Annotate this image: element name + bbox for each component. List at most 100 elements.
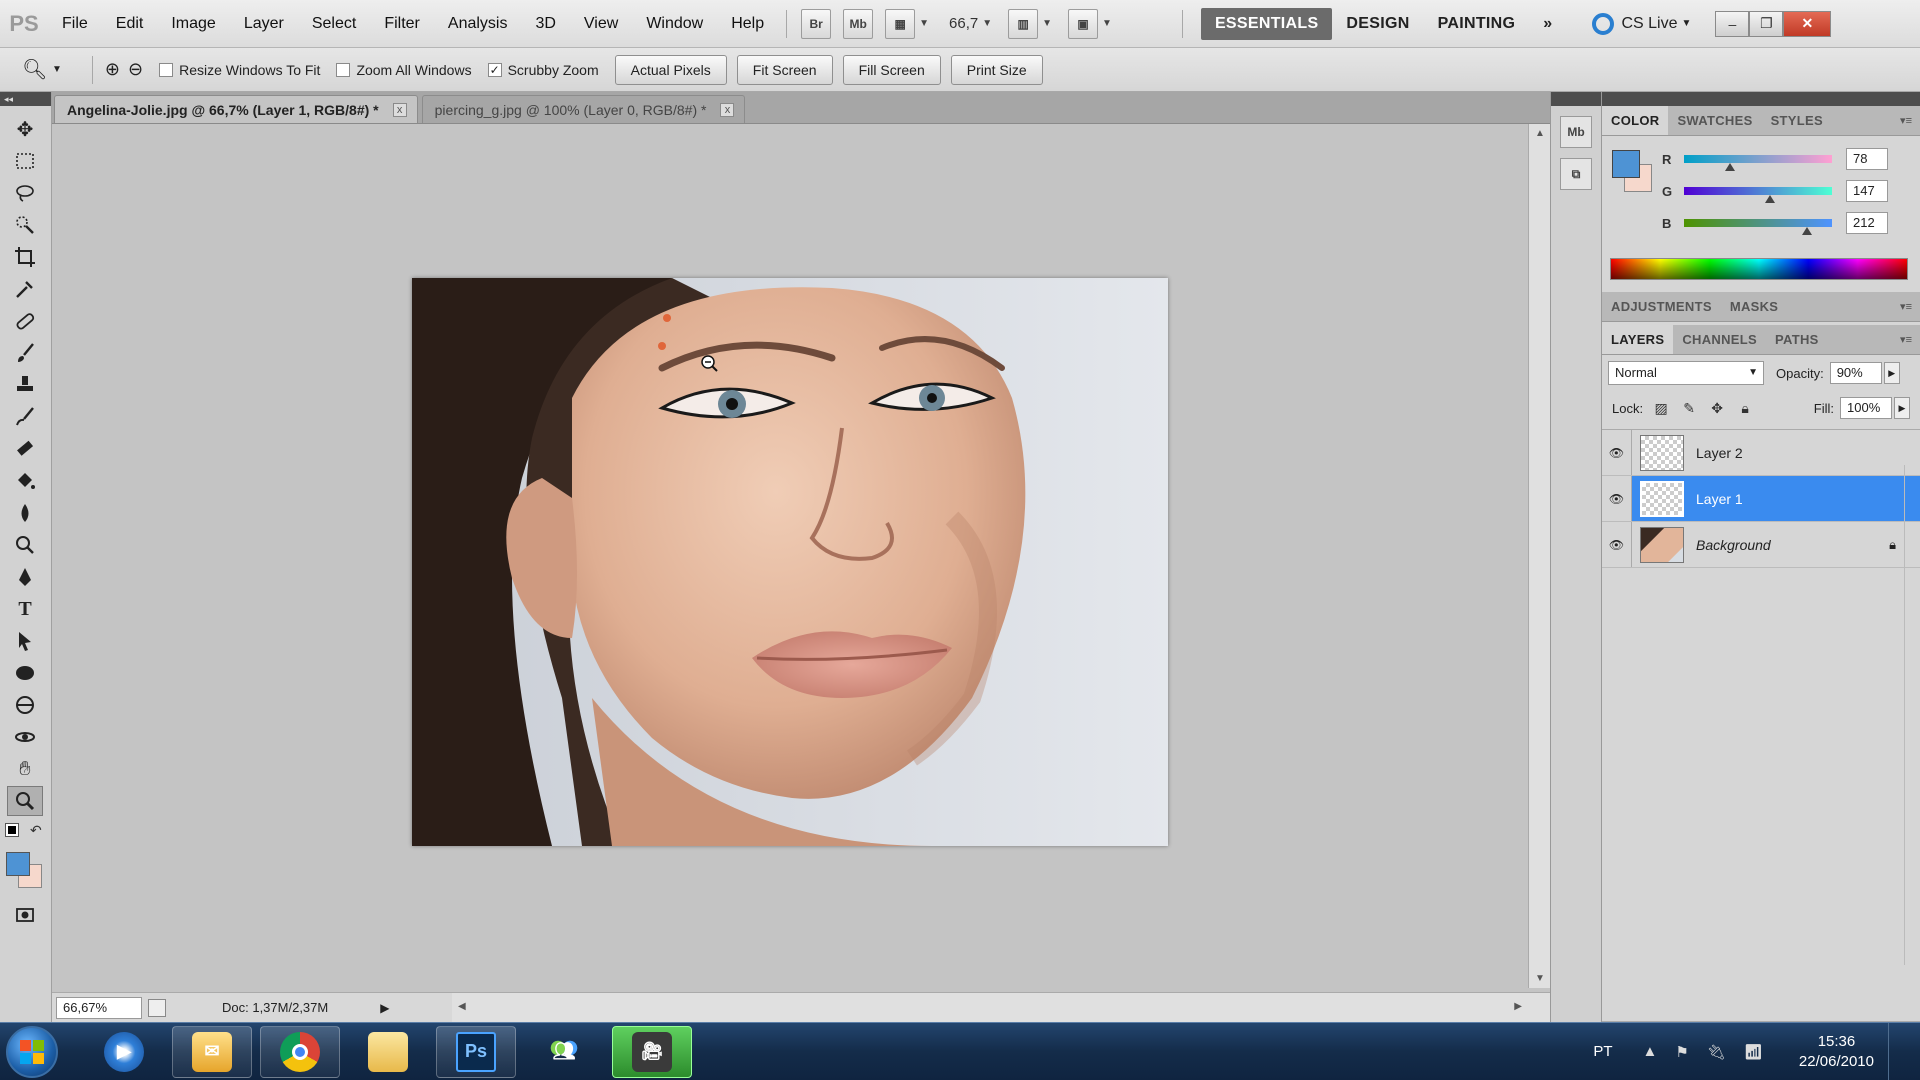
pen-tool-icon[interactable] [7, 562, 43, 592]
fit-screen-button[interactable]: Fit Screen [736, 54, 833, 85]
fill-screen-button[interactable]: Fill Screen [842, 54, 941, 85]
menu-select[interactable]: Select [298, 15, 370, 33]
tab-layers[interactable]: LAYERS [1602, 325, 1674, 354]
foreground-color-swatch[interactable] [6, 852, 30, 876]
eye-icon[interactable]: 👁︎ [1602, 430, 1632, 475]
tab-piercing[interactable]: piercing_g.jpg @ 100% (Layer 0, RGB/8#) … [421, 95, 746, 123]
chevron-down-icon[interactable]: ▼ [1042, 18, 1052, 29]
scroll-up-icon[interactable]: ▲ [1535, 128, 1545, 139]
quick-selection-tool-icon[interactable] [7, 210, 43, 240]
menu-3d[interactable]: 3D [521, 15, 569, 33]
tab-paths[interactable]: PATHS [1766, 325, 1828, 354]
workspace-design[interactable]: DESIGN [1332, 8, 1423, 40]
language-indicator[interactable]: PT [1593, 1043, 1612, 1060]
show-hidden-icons-icon[interactable]: ▲ [1643, 1043, 1658, 1060]
tab-channels[interactable]: CHANNELS [1673, 325, 1766, 354]
zoom-all-option[interactable]: Zoom All Windows [336, 62, 472, 78]
chevron-down-icon[interactable]: ▼ [982, 18, 992, 29]
action-center-flag-icon[interactable]: ⚑ [1675, 1043, 1688, 1061]
zoom-level-field[interactable]: 66,7 [949, 15, 978, 32]
blue-slider[interactable] [1684, 219, 1832, 235]
foreground-color-swatch[interactable] [1612, 150, 1640, 178]
eye-icon[interactable]: 👁︎ [1602, 522, 1632, 567]
lock-image-pixels-icon[interactable]: ✎ [1679, 398, 1699, 418]
history-brush-tool-icon[interactable] [7, 402, 43, 432]
crop-tool-icon[interactable] [7, 242, 43, 272]
menu-filter[interactable]: Filter [370, 15, 434, 33]
fill-slider-arrow[interactable]: ▶ [1894, 397, 1910, 419]
taskbar-file-explorer[interactable] [348, 1026, 428, 1078]
layers-scrollbar[interactable] [1904, 465, 1920, 965]
blue-value-field[interactable]: 212 [1846, 212, 1888, 234]
tab-styles[interactable]: STYLES [1762, 106, 1832, 135]
marquee-tool-icon[interactable] [7, 146, 43, 176]
scrubby-zoom-option[interactable]: ✓ Scrubby Zoom [487, 62, 599, 78]
menu-file[interactable]: File [48, 15, 102, 33]
network-signal-icon[interactable]: 📶︎ [1744, 1043, 1763, 1061]
blend-mode-select[interactable]: Normal [1608, 361, 1764, 385]
menu-image[interactable]: Image [157, 15, 229, 33]
restore-button[interactable]: ❐ [1749, 10, 1784, 37]
ellipse-tool-icon[interactable] [7, 658, 43, 688]
opacity-field[interactable]: 90% [1829, 362, 1882, 384]
resize-windows-option[interactable]: Resize Windows To Fit [159, 62, 320, 78]
scrubby-zoom-checkbox[interactable]: ✓ [487, 62, 502, 77]
brush-tool-icon[interactable] [7, 338, 43, 368]
scroll-down-icon[interactable]: ▼ [1535, 973, 1545, 984]
chevron-down-icon[interactable]: ▼ [1102, 18, 1112, 29]
chevron-down-icon[interactable]: ▼ [919, 18, 929, 29]
taskbar-windows-live-messenger[interactable]: 👥︎ [524, 1026, 604, 1078]
panel-menu-icon[interactable]: ▾≡ [1900, 300, 1912, 313]
panel-menu-icon[interactable]: ▾≡ [1900, 114, 1912, 127]
lasso-tool-icon[interactable] [7, 178, 43, 208]
default-colors-icon[interactable] [5, 823, 19, 837]
paint-bucket-tool-icon[interactable] [7, 466, 43, 496]
arrange-documents-button[interactable]: ▥ [1008, 8, 1039, 39]
move-tool-icon[interactable]: ✥ [7, 114, 43, 144]
image-canvas[interactable] [412, 278, 1168, 846]
tab-swatches[interactable]: SWATCHES [1668, 106, 1761, 135]
dock-header[interactable] [1551, 92, 1601, 106]
3d-rotate-tool-icon[interactable] [7, 690, 43, 720]
vertical-scrollbar[interactable]: ▲ ▼ [1528, 124, 1550, 988]
show-desktop-button[interactable] [1888, 1023, 1902, 1080]
menu-layer[interactable]: Layer [230, 15, 298, 33]
tab-angelina-jolie[interactable]: Angelina-Jolie.jpg @ 66,7% (Layer 1, RGB… [54, 95, 418, 123]
red-slider[interactable] [1684, 155, 1832, 171]
close-button[interactable]: ✕ [1783, 10, 1832, 37]
green-slider-thumb[interactable] [1764, 195, 1775, 203]
swap-colors-icon[interactable]: ↶ [30, 822, 42, 839]
red-value-field[interactable]: 78 [1846, 148, 1888, 170]
power-icon[interactable]: 🔌︎ [1707, 1043, 1726, 1061]
layer-row-layer-2[interactable]: 👁︎ Layer 2 [1602, 430, 1920, 476]
menu-edit[interactable]: Edit [102, 15, 158, 33]
quick-mask-icon[interactable] [7, 900, 43, 930]
healing-brush-tool-icon[interactable] [7, 306, 43, 336]
resize-windows-checkbox[interactable] [159, 62, 174, 77]
scroll-left-icon[interactable]: ◀ [458, 1001, 466, 1012]
eyedropper-tool-icon[interactable] [7, 274, 43, 304]
close-icon[interactable]: x [720, 102, 735, 117]
start-button[interactable] [6, 1025, 58, 1078]
zoom-out-icon[interactable]: ⊖ [128, 59, 143, 80]
history-panel-icon[interactable]: ⧉ [1560, 158, 1592, 190]
type-tool-icon[interactable]: T [7, 594, 43, 624]
tab-adjustments[interactable]: ADJUSTMENTS [1602, 292, 1721, 321]
view-extras-button[interactable]: ▦ [885, 8, 916, 39]
menu-view[interactable]: View [570, 15, 632, 33]
zoom-tool-icon[interactable] [7, 786, 43, 816]
3d-orbit-tool-icon[interactable] [7, 722, 43, 752]
opacity-slider-arrow[interactable]: ▶ [1883, 362, 1900, 384]
horizontal-scrollbar[interactable]: ◀ ▶ [452, 992, 1550, 1022]
document-status-icon[interactable] [148, 998, 166, 1017]
taskbar-windows-live-mail[interactable]: ✉ [172, 1025, 252, 1078]
blue-slider-thumb[interactable] [1801, 227, 1812, 235]
dodge-tool-icon[interactable] [7, 530, 43, 560]
scroll-right-icon[interactable]: ▶ [1514, 1001, 1522, 1012]
path-selection-tool-icon[interactable] [7, 626, 43, 656]
eraser-tool-icon[interactable] [7, 434, 43, 464]
close-icon[interactable]: x [392, 102, 407, 117]
green-slider[interactable] [1684, 187, 1832, 203]
panel-menu-icon[interactable]: ▾≡ [1900, 333, 1912, 346]
taskbar-google-chrome[interactable] [260, 1025, 340, 1078]
